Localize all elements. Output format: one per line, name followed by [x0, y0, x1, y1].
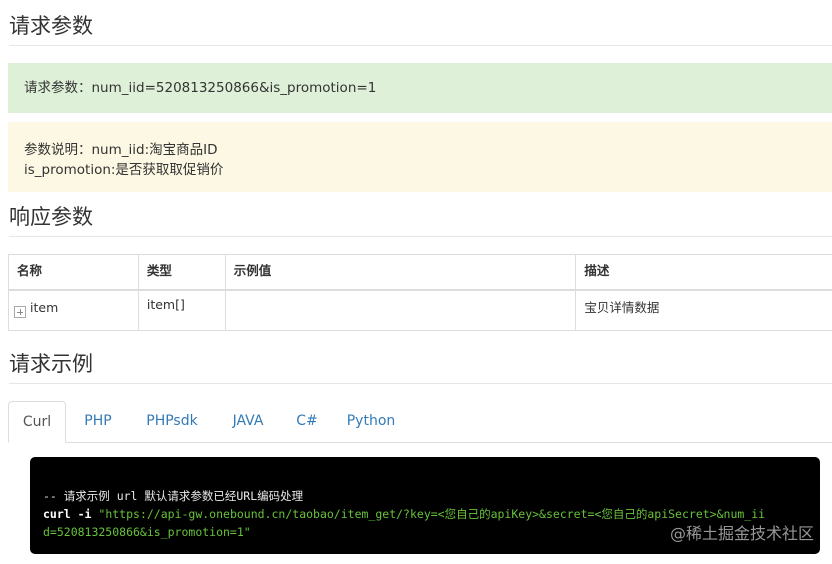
item-type: item[]: [146, 297, 185, 312]
code-comment: -- 请求示例 url 默认请求参数已经URL编码处理: [43, 489, 304, 503]
response-params-table: 名称 类型 示例值 描述 item item[] 宝贝详情数据: [8, 254, 832, 331]
item-description: 宝贝详情数据: [584, 300, 660, 315]
code-command: curl -i: [43, 507, 92, 521]
column-header-description: 描述: [575, 254, 832, 291]
tab-csharp[interactable]: C#: [290, 401, 324, 442]
language-tabs: Curl PHP PHPsdk JAVA C# Python: [8, 401, 832, 443]
description-line-1: 参数说明：num_iid:淘宝商品ID: [24, 142, 218, 158]
column-header-example: 示例值: [224, 254, 577, 291]
column-header-type: 类型: [137, 254, 226, 291]
watermark: @稀土掘金技术社区: [669, 524, 814, 543]
tab-php[interactable]: PHP: [74, 401, 122, 442]
code-url-part-1: "https://api-gw.onebound.cn/taobao/item_…: [98, 507, 766, 521]
request-params-heading: 请求参数: [9, 13, 832, 46]
tab-python[interactable]: Python: [341, 401, 401, 442]
params-description-alert: 参数说明：num_iid:淘宝商品ID is_promotion:是否获取取促销…: [8, 122, 832, 192]
request-example-heading: 请求示例: [9, 351, 832, 384]
cell-description: 宝贝详情数据: [575, 289, 832, 331]
response-params-heading: 响应参数: [9, 204, 832, 237]
tab-curl[interactable]: Curl: [8, 401, 66, 443]
tab-phpsdk[interactable]: PHPsdk: [135, 401, 209, 442]
description-line-2: is_promotion:是否获取取促销价: [24, 162, 224, 178]
item-name: item: [30, 300, 59, 315]
cell-name: item: [8, 289, 139, 331]
column-header-name: 名称: [8, 254, 139, 291]
expand-icon[interactable]: [14, 305, 26, 318]
tab-java[interactable]: JAVA: [222, 401, 274, 442]
table-row: item item[] 宝贝详情数据: [8, 289, 832, 331]
cell-type: item[]: [137, 289, 226, 331]
table-header-row: 名称 类型 示例值 描述: [8, 254, 832, 291]
cell-example: [224, 289, 577, 331]
request-params-alert: 请求参数：num_iid=520813250866&is_promotion=1: [8, 63, 832, 113]
